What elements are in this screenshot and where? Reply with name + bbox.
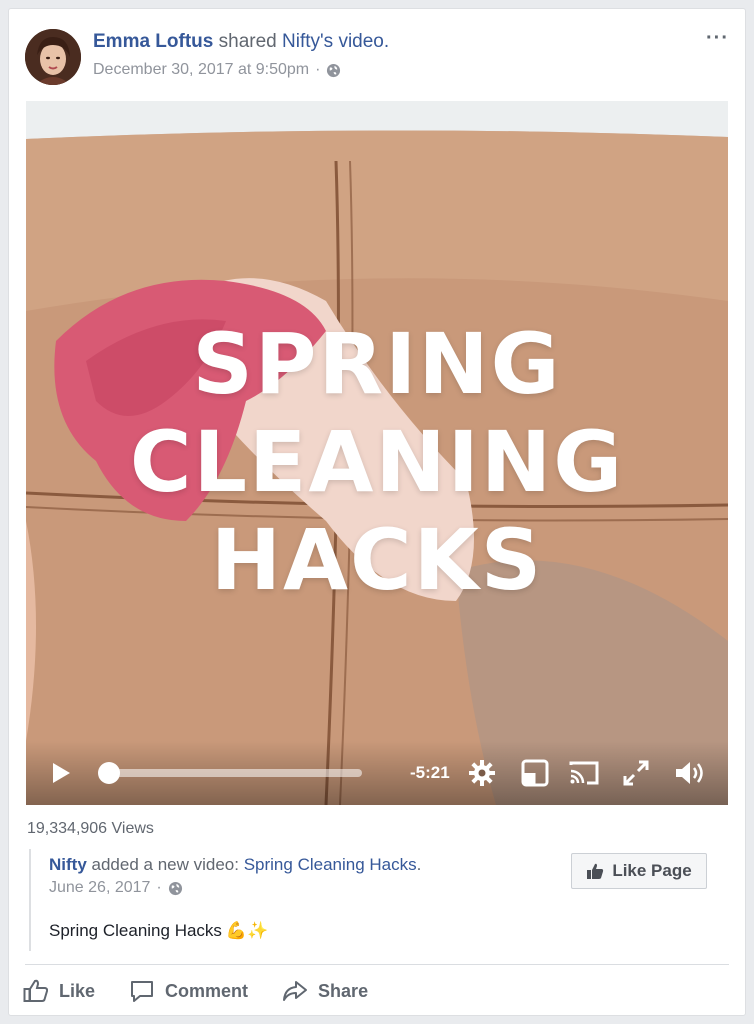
shared-page-link[interactable]: Nifty [49,855,87,874]
post-meta: December 30, 2017 at 9:50pm · [93,61,341,79]
video-link[interactable]: 's video. [320,31,389,52]
title-line-3: HACKS [210,511,544,609]
post-actions: Like Comment Share [23,971,368,1011]
video-player[interactable]: SPRING CLEANING HACKS -5:21 [26,101,728,805]
play-icon[interactable] [48,760,74,786]
shared-post-date[interactable]: June 26, 2017 [49,879,150,897]
thumbs-up-icon [587,863,604,879]
comment-button[interactable]: Comment [129,979,248,1003]
progress-bar[interactable] [106,769,362,777]
like-page-label: Like Page [612,861,692,880]
post-author-line: Emma Loftus shared Nifty's video. [93,31,389,53]
shared-action-text: added a new video: [91,855,239,874]
shared-post-caption: Spring Cleaning Hacks 💪✨ [49,921,268,941]
shared-post-line: Nifty added a new video: Spring Cleaning… [49,855,421,875]
pip-icon[interactable] [521,759,549,787]
meta-separator: · [315,61,321,78]
like-page-button[interactable]: Like Page [571,853,707,889]
progress-knob[interactable] [98,762,120,784]
settings-icon[interactable] [468,759,496,787]
share-label: Share [318,980,369,1001]
share-icon [283,981,308,1001]
title-line-2: CLEANING [129,413,625,511]
title-line-1: SPRING [192,315,562,413]
more-options-icon[interactable]: ··· [706,27,729,50]
globe-icon[interactable] [326,63,341,78]
post-header: Emma Loftus shared Nifty's video. Decemb… [23,27,731,91]
like-button[interactable]: Like [23,979,95,1003]
caption-emoji: 💪✨ [225,921,269,940]
like-label: Like [59,980,96,1001]
shared-video-link[interactable]: Spring Cleaning Hacks [244,855,417,874]
caption-text: Spring Cleaning Hacks [49,921,222,940]
view-count: 19,334,906 Views [27,820,154,837]
shared-post: Nifty added a new video: Spring Cleaning… [29,849,727,951]
volume-icon[interactable] [674,759,708,787]
shared-post-meta: June 26, 2017 · [49,879,183,897]
cast-icon[interactable] [568,759,600,787]
page-link[interactable]: Nifty [282,31,320,52]
post-card: Emma Loftus shared Nifty's video. Decemb… [8,8,746,1016]
actions-divider [25,964,729,965]
avatar[interactable] [25,29,81,85]
post-timestamp[interactable]: December 30, 2017 at 9:50pm [93,61,309,79]
shared-period: . [416,855,422,874]
video-controls: -5:21 [26,741,728,805]
share-button[interactable]: Share [282,979,368,1003]
globe-icon[interactable] [168,881,183,896]
video-title-overlay: SPRING CLEANING HACKS [26,315,728,609]
time-remaining: -5:21 [410,763,450,782]
shared-text: shared [218,31,277,52]
comment-label: Comment [165,980,249,1001]
author-link[interactable]: Emma Loftus [93,31,213,52]
thumbs-up-outline-icon [23,979,49,1002]
fullscreen-icon[interactable] [622,759,650,787]
comment-icon [131,981,154,1002]
shared-meta-separator: · [156,879,162,896]
